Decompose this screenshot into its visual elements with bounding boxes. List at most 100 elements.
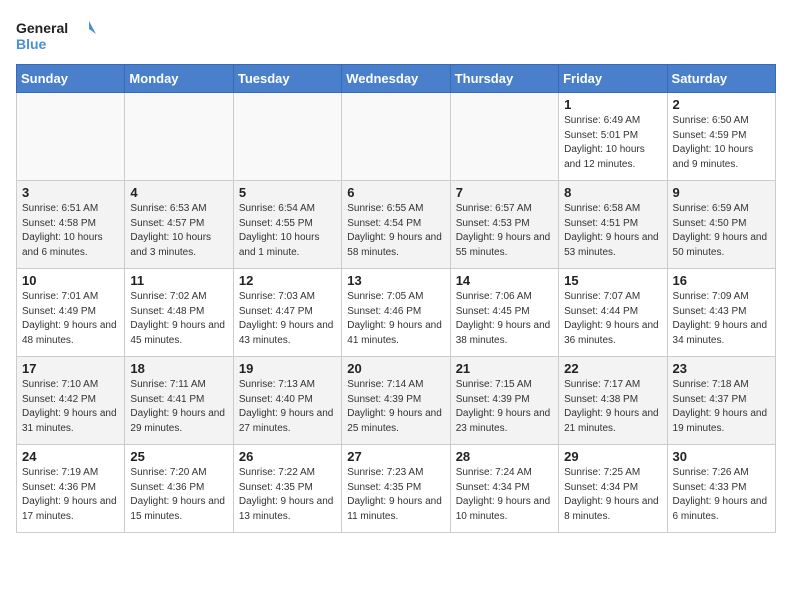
calendar-cell <box>17 93 125 181</box>
day-number: 5 <box>239 185 336 200</box>
calendar-cell: 5Sunrise: 6:54 AMSunset: 4:55 PMDaylight… <box>233 181 341 269</box>
day-info-line: Sunrise: 6:57 AM <box>456 203 532 214</box>
day-info-line: Sunset: 5:01 PM <box>564 130 638 141</box>
week-row-4: 17 Sunrise: 7:10 AMSunset: 4:42 PMDayligh… <box>17 357 776 445</box>
day-info-line: Sunset: 4:51 PM <box>564 218 638 229</box>
day-info: Sunrise: 7:17 AMSunset: 4:38 PMDaylight:… <box>564 378 661 436</box>
calendar-cell: 3Sunrise: 6:51 AMSunset: 4:58 PMDaylight… <box>17 181 125 269</box>
calendar-cell: 12Sunrise: 7:03 AMSunset: 4:47 PMDayligh… <box>233 269 341 357</box>
day-info: Sunrise: 6:58 AMSunset: 4:51 PMDaylight:… <box>564 202 661 260</box>
day-info: Sunrise: 7:25 AMSunset: 4:34 PMDaylight:… <box>564 466 661 524</box>
day-info-line: Daylight: 9 hours and 6 minutes. <box>673 496 768 522</box>
calendar-cell: 25Sunrise: 7:20 AMSunset: 4:36 PMDayligh… <box>125 445 233 533</box>
calendar-cell: 8Sunrise: 6:58 AMSunset: 4:51 PMDaylight… <box>559 181 667 269</box>
day-info: Sunrise: 7:06 AMSunset: 4:45 PMDaylight:… <box>456 290 553 348</box>
calendar-cell: 10 Sunrise: 7:01 AMSunset: 4:49 PMDayligh… <box>17 269 125 357</box>
day-info-line: Daylight: 9 hours and 10 minutes. <box>456 496 551 522</box>
calendar-table: SundayMondayTuesdayWednesdayThursdayFrid… <box>16 64 776 533</box>
day-info-line: Sunset: 4:40 PM <box>239 394 313 405</box>
day-info-line: Daylight: 9 hours and 34 minutes. <box>673 320 768 346</box>
calendar-cell: 19Sunrise: 7:13 AMSunset: 4:40 PMDayligh… <box>233 357 341 445</box>
day-info-line: Daylight: 9 hours and 25 minutes. <box>347 408 442 434</box>
calendar-cell: 28 Sunrise: 7:24 AMSunset: 4:34 PMDayligh… <box>450 445 558 533</box>
day-info-line: Daylight: 9 hours and 13 minutes. <box>239 496 334 522</box>
logo: General Blue <box>16 16 96 56</box>
day-info: Sunrise: 7:09 AMSunset: 4:43 PMDaylight:… <box>673 290 770 348</box>
day-info-line: Sunset: 4:48 PM <box>130 306 204 317</box>
day-info-line: Sunrise: 7:02 AM <box>130 291 206 302</box>
day-info-line: Daylight: 9 hours and 17 minutes. <box>22 496 117 522</box>
calendar-cell: 18Sunrise: 7:11 AMSunset: 4:41 PMDayligh… <box>125 357 233 445</box>
day-info: Sunrise: 7:02 AMSunset: 4:48 PMDaylight:… <box>130 290 227 348</box>
day-info: Sunrise: 6:50 AMSunset: 4:59 PMDaylight:… <box>673 114 770 172</box>
day-info-line: Sunrise: 7:15 AM <box>456 379 532 390</box>
day-info-line: Daylight: 9 hours and 38 minutes. <box>456 320 551 346</box>
day-number: 28 <box>456 449 553 464</box>
day-info-line: Daylight: 9 hours and 15 minutes. <box>130 496 225 522</box>
day-info-line: Sunset: 4:45 PM <box>456 306 530 317</box>
day-info: Sunrise: 7:01 AMSunset: 4:49 PMDaylight:… <box>22 290 119 348</box>
day-info: Sunrise: 7:15 AMSunset: 4:39 PMDaylight:… <box>456 378 553 436</box>
day-info: Sunrise: 6:57 AMSunset: 4:53 PMDaylight:… <box>456 202 553 260</box>
day-number: 29 <box>564 449 661 464</box>
day-info: Sunrise: 7:26 AMSunset: 4:33 PMDaylight:… <box>673 466 770 524</box>
col-header-thursday: Thursday <box>450 65 558 93</box>
day-number: 21 <box>456 361 553 376</box>
day-info-line: Sunset: 4:58 PM <box>22 218 96 229</box>
day-info-line: Sunrise: 7:23 AM <box>347 467 423 478</box>
day-info-line: Daylight: 9 hours and 43 minutes. <box>239 320 334 346</box>
calendar-cell: 22Sunrise: 7:17 AMSunset: 4:38 PMDayligh… <box>559 357 667 445</box>
day-info-line: Daylight: 9 hours and 21 minutes. <box>564 408 659 434</box>
day-info: Sunrise: 7:23 AMSunset: 4:35 PMDaylight:… <box>347 466 444 524</box>
day-info-line: Sunrise: 6:55 AM <box>347 203 423 214</box>
calendar-cell <box>233 93 341 181</box>
day-info-line: Daylight: 9 hours and 41 minutes. <box>347 320 442 346</box>
calendar-cell: 29 Sunrise: 7:25 AMSunset: 4:34 PMDayligh… <box>559 445 667 533</box>
calendar-cell: 14Sunrise: 7:06 AMSunset: 4:45 PMDayligh… <box>450 269 558 357</box>
calendar-cell <box>125 93 233 181</box>
day-info-line: Daylight: 9 hours and 29 minutes. <box>130 408 225 434</box>
week-row-5: 24Sunrise: 7:19 AMSunset: 4:36 PMDayligh… <box>17 445 776 533</box>
day-info-line: Daylight: 10 hours and 6 minutes. <box>22 232 103 258</box>
day-number: 10 <box>22 273 119 288</box>
day-info-line: Sunset: 4:36 PM <box>130 482 204 493</box>
day-info-line: Daylight: 9 hours and 48 minutes. <box>22 320 117 346</box>
day-info-line: Daylight: 9 hours and 31 minutes. <box>22 408 117 434</box>
day-number: 17 <box>22 361 119 376</box>
logo-svg: General Blue <box>16 16 96 56</box>
day-info: Sunrise: 7:18 AMSunset: 4:37 PMDaylight:… <box>673 378 770 436</box>
day-info-line: Sunset: 4:35 PM <box>347 482 421 493</box>
day-info-line: Sunset: 4:39 PM <box>347 394 421 405</box>
day-number: 23 <box>673 361 770 376</box>
day-number: 24 <box>22 449 119 464</box>
calendar-cell: 15Sunrise: 7:07 AMSunset: 4:44 PMDayligh… <box>559 269 667 357</box>
day-number: 25 <box>130 449 227 464</box>
day-info-line: Daylight: 9 hours and 19 minutes. <box>673 408 768 434</box>
day-info: Sunrise: 7:24 AMSunset: 4:34 PMDaylight:… <box>456 466 553 524</box>
day-info-line: Sunset: 4:34 PM <box>456 482 530 493</box>
day-info: Sunrise: 7:10 AMSunset: 4:42 PMDaylight:… <box>22 378 119 436</box>
day-info: Sunrise: 7:11 AMSunset: 4:41 PMDaylight:… <box>130 378 227 436</box>
calendar-cell: 21 Sunrise: 7:15 AMSunset: 4:39 PMDayligh… <box>450 357 558 445</box>
day-info-line: Sunrise: 6:53 AM <box>130 203 206 214</box>
day-number: 16 <box>673 273 770 288</box>
day-number: 2 <box>673 97 770 112</box>
calendar-cell: 7Sunrise: 6:57 AMSunset: 4:53 PMDaylight… <box>450 181 558 269</box>
calendar-cell: 16 Sunrise: 7:09 AMSunset: 4:43 PMDayligh… <box>667 269 775 357</box>
day-number: 26 <box>239 449 336 464</box>
calendar-cell: 27Sunrise: 7:23 AMSunset: 4:35 PMDayligh… <box>342 445 450 533</box>
day-info-line: Daylight: 9 hours and 58 minutes. <box>347 232 442 258</box>
calendar-cell: 2 Sunrise: 6:50 AMSunset: 4:59 PMDaylight… <box>667 93 775 181</box>
day-info-line: Sunrise: 7:05 AM <box>347 291 423 302</box>
calendar-cell: 4Sunrise: 6:53 AMSunset: 4:57 PMDaylight… <box>125 181 233 269</box>
day-number: 4 <box>130 185 227 200</box>
day-info-line: Sunset: 4:46 PM <box>347 306 421 317</box>
day-info-line: Sunrise: 7:03 AM <box>239 291 315 302</box>
day-info-line: Sunrise: 7:09 AM <box>673 291 749 302</box>
day-info-line: Sunset: 4:50 PM <box>673 218 747 229</box>
day-info-line: Sunset: 4:34 PM <box>564 482 638 493</box>
day-info: Sunrise: 7:05 AM Sunset: 4:46 PM Daylight:… <box>347 290 444 348</box>
day-info-line: Sunset: 4:42 PM <box>22 394 96 405</box>
day-info-line: Sunset: 4:44 PM <box>564 306 638 317</box>
day-info-line: Sunrise: 7:17 AM <box>564 379 640 390</box>
